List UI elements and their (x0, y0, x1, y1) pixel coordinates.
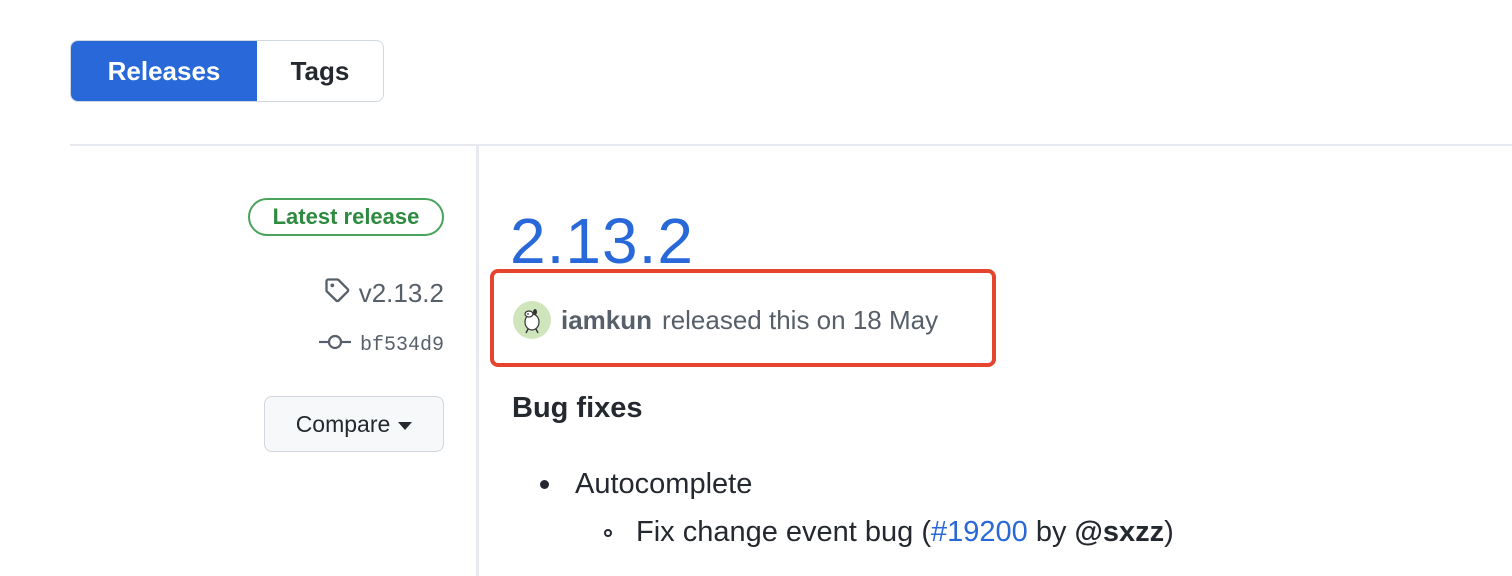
compare-label: Compare (295, 410, 391, 437)
release-title[interactable]: 2.13.2 (510, 204, 694, 278)
bullet-icon (540, 480, 549, 489)
git-commit-icon (318, 332, 352, 359)
release-tag-link[interactable]: v2.13.2 (323, 276, 444, 311)
releases-page: Releases Tags Latest release v2.13.2 bf5… (0, 0, 1512, 576)
sub-list-item: Fix change event bug ( #19200 by @sxzz ) (604, 516, 1174, 549)
commit-sha: bf534d9 (359, 334, 444, 357)
divider-horizontal (70, 144, 1512, 146)
list-item-text: Autocomplete (575, 468, 753, 500)
list-item: Autocomplete (540, 468, 752, 501)
sub-item-suffix: ) (1164, 516, 1174, 548)
caret-down-icon (398, 421, 413, 430)
release-author-line: iamkun released this on 18 May (513, 301, 938, 339)
circle-bullet-icon (604, 528, 612, 537)
tag-icon (323, 276, 351, 311)
user-mention-link[interactable]: @sxzz (1075, 516, 1165, 549)
releases-tags-toggle: Releases Tags (70, 40, 384, 102)
tag-name: v2.13.2 (358, 278, 444, 308)
tab-tags[interactable]: Tags (257, 41, 383, 101)
latest-release-badge: Latest release (248, 198, 444, 236)
author-link[interactable]: iamkun (561, 305, 652, 336)
sub-item-prefix: Fix change event bug ( (636, 516, 932, 548)
release-date-text: released this on 18 May (662, 304, 939, 335)
sub-item-by: by (1027, 516, 1075, 548)
compare-button[interactable]: Compare (264, 396, 444, 452)
release-commit-link[interactable]: bf534d9 (318, 332, 444, 359)
section-heading: Bug fixes (512, 392, 643, 424)
tab-releases[interactable]: Releases (71, 41, 257, 101)
issue-link[interactable]: #19200 (931, 516, 1028, 549)
divider-vertical (476, 146, 479, 576)
avatar[interactable] (513, 301, 551, 339)
